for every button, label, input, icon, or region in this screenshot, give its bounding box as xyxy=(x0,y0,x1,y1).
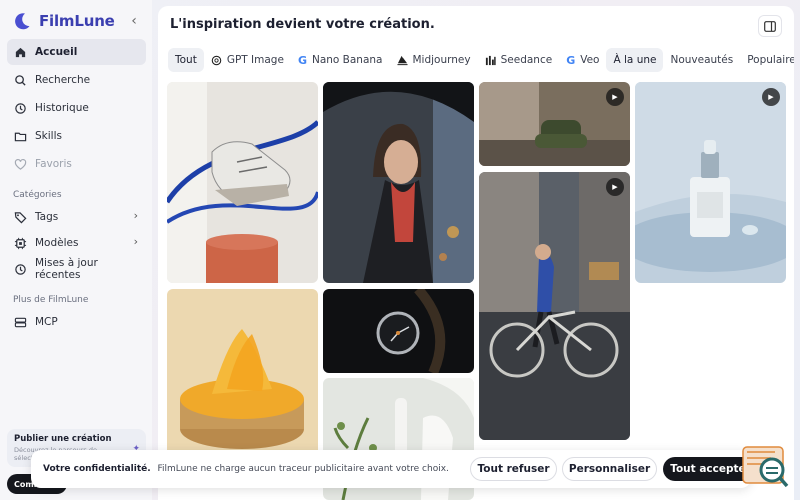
sidebar-item-mcp[interactable]: MCP xyxy=(7,309,146,335)
sidebar-item-label: Favoris xyxy=(35,158,72,170)
tab-label: Veo xyxy=(580,54,600,66)
sidebar-item-label: Modèles xyxy=(35,237,79,249)
gallery-item-orange-tart[interactable] xyxy=(167,289,318,469)
sidebar-item-tags[interactable]: Tags › xyxy=(7,204,146,230)
moon-logo-icon xyxy=(15,13,30,30)
tab-featured[interactable]: À la une xyxy=(606,48,664,72)
home-icon xyxy=(15,47,26,57)
play-icon: ▶ xyxy=(762,88,780,106)
cookie-banner: Votre confidentialité. FilmLune ne charg… xyxy=(31,450,758,488)
sidebar-item-label: MCP xyxy=(35,316,58,328)
history-icon xyxy=(15,102,26,114)
tab-nano-banana[interactable]: G Nano Banana xyxy=(291,48,390,72)
tab-label: Nano Banana xyxy=(311,54,383,66)
gallery-item-cyclist[interactable]: ▶ xyxy=(479,172,630,440)
tab-new[interactable]: Nouveautés xyxy=(663,48,740,72)
tab-label: Seedance xyxy=(500,54,553,66)
gallery-item-serum[interactable]: ▶ xyxy=(635,82,786,283)
brand[interactable]: FilmLune xyxy=(12,11,115,31)
cookie-message: FilmLune ne charge aucun traceur publici… xyxy=(157,464,449,474)
midjourney-icon xyxy=(396,55,408,66)
search-icon xyxy=(15,74,26,86)
seedance-icon xyxy=(485,55,496,66)
refuse-all-button[interactable]: Tout refuser xyxy=(470,457,557,481)
tab-label: Tout xyxy=(175,54,197,66)
brand-name: FilmLune xyxy=(39,12,115,30)
tab-all[interactable]: Tout xyxy=(168,48,204,72)
feedback-icon xyxy=(742,446,789,488)
panel-icon xyxy=(764,20,776,32)
gallery-item-sneaker[interactable] xyxy=(167,82,318,283)
tab-label: Nouveautés xyxy=(670,54,734,66)
chevron-right-icon: › xyxy=(133,235,138,248)
sidebar-item-label: Mises à jour récentes xyxy=(35,257,98,281)
main-panel: L'inspiration devient votre création. To… xyxy=(158,6,794,500)
tab-label: Populaires xyxy=(747,54,794,66)
sidebar-item-label: Skills xyxy=(35,130,62,142)
tab-label: À la une xyxy=(613,54,657,66)
feedback-widget[interactable] xyxy=(742,446,790,490)
clock-icon xyxy=(15,263,26,275)
collapse-sidebar-button[interactable]: ‹ xyxy=(127,13,141,29)
sidebar-item-label: Tags xyxy=(35,211,59,223)
folder-icon xyxy=(14,132,27,141)
sidebar-item-home[interactable]: Accueil xyxy=(7,39,146,65)
openai-icon xyxy=(211,55,222,66)
chevron-right-icon: › xyxy=(133,209,138,222)
chip-icon xyxy=(14,237,27,249)
watch-image xyxy=(323,289,474,373)
tab-gpt-image[interactable]: GPT Image xyxy=(204,48,291,72)
sidebar-item-label: Recherche xyxy=(35,74,91,86)
tab-popular[interactable]: Populaires xyxy=(740,48,794,72)
sidebar-item-recent-updates[interactable]: Mises à jour récentes xyxy=(7,256,146,282)
tab-seedance[interactable]: Seedance xyxy=(478,48,560,72)
sidebar-item-models[interactable]: Modèles › xyxy=(7,230,146,256)
customize-button[interactable]: Personnaliser xyxy=(562,457,657,481)
sidebar-item-label: Accueil xyxy=(35,46,78,58)
tab-label: GPT Image xyxy=(226,54,284,66)
google-icon: G xyxy=(566,53,576,67)
woman-umbrella-image xyxy=(323,82,474,283)
sidebar-item-skills[interactable]: Skills xyxy=(7,123,146,149)
page-title: L'inspiration devient votre création. xyxy=(170,17,435,32)
filter-tabs: Tout GPT Image G Nano Banana Midjourney … xyxy=(168,48,794,72)
cookie-title: Votre confidentialité. xyxy=(43,464,151,474)
play-icon: ▶ xyxy=(606,88,624,106)
tag-icon xyxy=(14,211,27,223)
sidebar-item-favorites[interactable]: Favoris xyxy=(7,151,146,177)
sneaker-image xyxy=(167,82,318,283)
gallery-item-woman-umbrella[interactable] xyxy=(323,82,474,283)
categories-heading: Catégories xyxy=(13,190,62,200)
google-icon: G xyxy=(297,53,307,67)
sidebar-item-search[interactable]: Recherche xyxy=(7,67,146,93)
tab-veo[interactable]: G Veo xyxy=(559,48,606,72)
more-heading: Plus de FilmLune xyxy=(13,295,89,305)
orange-tart-image xyxy=(167,289,318,469)
server-icon xyxy=(14,317,27,327)
serum-bottle-image xyxy=(635,82,786,283)
sidebar-item-history[interactable]: Historique xyxy=(7,95,146,121)
tab-midjourney[interactable]: Midjourney xyxy=(390,48,478,72)
tab-label: Midjourney xyxy=(412,54,471,66)
toggle-panel-button[interactable] xyxy=(758,15,782,37)
publish-title: Publier une création xyxy=(14,434,112,444)
heart-icon xyxy=(14,158,27,170)
cyclist-image xyxy=(479,172,630,440)
gallery-item-watch[interactable] xyxy=(323,289,474,373)
sidebar: FilmLune ‹ Accueil Recherche Historique … xyxy=(0,0,152,500)
gallery-item-green-chair[interactable]: ▶ xyxy=(479,82,630,166)
cookie-text: Votre confidentialité. FilmLune ne charg… xyxy=(43,464,449,474)
play-icon: ▶ xyxy=(606,178,624,196)
sidebar-item-label: Historique xyxy=(35,102,89,114)
